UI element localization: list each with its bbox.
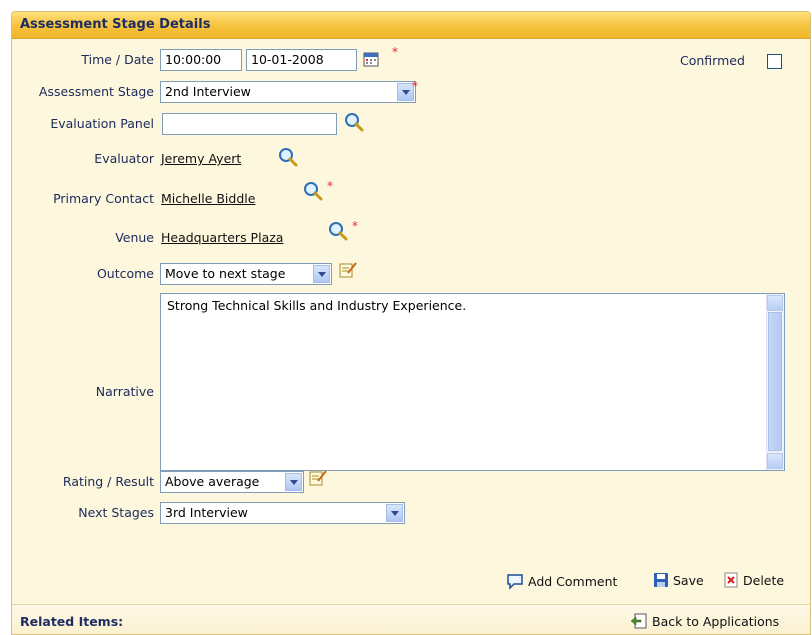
save-label: Save xyxy=(673,572,704,588)
evaluator-label: Evaluator xyxy=(94,151,154,166)
add-comment-button[interactable]: Add Comment xyxy=(506,572,617,590)
rating-select[interactable]: Above average xyxy=(160,471,304,493)
add-comment-label: Add Comment xyxy=(528,573,618,589)
required-marker: * xyxy=(352,219,358,233)
search-icon[interactable] xyxy=(328,221,348,241)
search-icon[interactable] xyxy=(303,181,323,201)
scroll-thumb[interactable] xyxy=(768,312,782,451)
save-icon xyxy=(654,573,668,587)
venue-label: Venue xyxy=(115,230,154,245)
next-stages-value: 3rd Interview xyxy=(165,505,248,520)
evaluator-link[interactable]: Jeremy Ayert xyxy=(161,151,241,166)
assessment-stage-panel: Assessment Stage Details Time / Date 10:… xyxy=(11,11,811,635)
calendar-icon[interactable] xyxy=(363,51,379,71)
narrative-textarea[interactable]: Strong Technical Skills and Industry Exp… xyxy=(160,293,785,471)
assessment-stage-label: Assessment Stage xyxy=(38,84,154,99)
narrative-scrollbar[interactable] xyxy=(766,294,784,470)
date-field[interactable]: 10-01-2008 xyxy=(246,49,357,71)
edit-note-icon[interactable] xyxy=(309,469,327,487)
required-marker: * xyxy=(327,179,333,193)
edit-note-icon[interactable] xyxy=(339,261,357,279)
confirmed-label: Confirmed xyxy=(680,53,745,68)
related-items-label: Related Items: xyxy=(20,614,124,629)
delete-label: Delete xyxy=(743,572,785,588)
assessment-stage-value: 2nd Interview xyxy=(165,84,251,99)
primary-contact-link[interactable]: Michelle Biddle xyxy=(161,191,255,206)
narrative-label: Narrative xyxy=(95,384,154,399)
primary-contact-label: Primary Contact xyxy=(53,191,154,206)
scroll-down-button[interactable] xyxy=(767,453,783,469)
time-field[interactable]: 10:00:00 xyxy=(160,49,242,71)
related-items-bar: Related Items: Back to Applications xyxy=(12,604,810,634)
panel-title: Assessment Stage Details xyxy=(12,12,810,39)
chevron-down-icon xyxy=(386,504,403,522)
evaluation-panel-input[interactable] xyxy=(162,113,337,135)
search-icon[interactable] xyxy=(344,112,364,132)
outcome-value: Move to next stage xyxy=(165,266,286,281)
chevron-down-icon xyxy=(313,265,330,283)
back-to-applications-label: Back to Applications xyxy=(652,613,780,629)
rating-label: Rating / Result xyxy=(62,474,154,489)
venue-link[interactable]: Headquarters Plaza xyxy=(161,230,283,245)
outcome-label: Outcome xyxy=(96,266,154,281)
delete-icon xyxy=(724,572,738,588)
time-date-label: Time / Date xyxy=(81,52,154,67)
chevron-down-icon xyxy=(285,473,302,491)
required-marker: * xyxy=(392,45,398,59)
required-marker: * xyxy=(412,79,418,93)
confirmed-checkbox[interactable] xyxy=(767,54,782,69)
next-stages-label: Next Stages xyxy=(78,505,154,520)
outcome-select[interactable]: Move to next stage xyxy=(160,263,332,285)
back-icon xyxy=(630,613,647,629)
scroll-up-button[interactable] xyxy=(767,295,783,311)
evaluation-panel-label: Evaluation Panel xyxy=(50,116,154,131)
save-button[interactable]: Save xyxy=(653,572,704,588)
delete-button[interactable]: Delete xyxy=(724,572,784,588)
search-icon[interactable] xyxy=(278,147,298,167)
comment-icon xyxy=(507,574,523,590)
narrative-text: Strong Technical Skills and Industry Exp… xyxy=(167,298,467,313)
assessment-stage-select[interactable]: 2nd Interview xyxy=(160,81,416,103)
next-stages-select[interactable]: 3rd Interview xyxy=(160,502,405,524)
rating-value: Above average xyxy=(165,474,260,489)
back-to-applications-button[interactable]: Back to Applications xyxy=(630,612,779,630)
